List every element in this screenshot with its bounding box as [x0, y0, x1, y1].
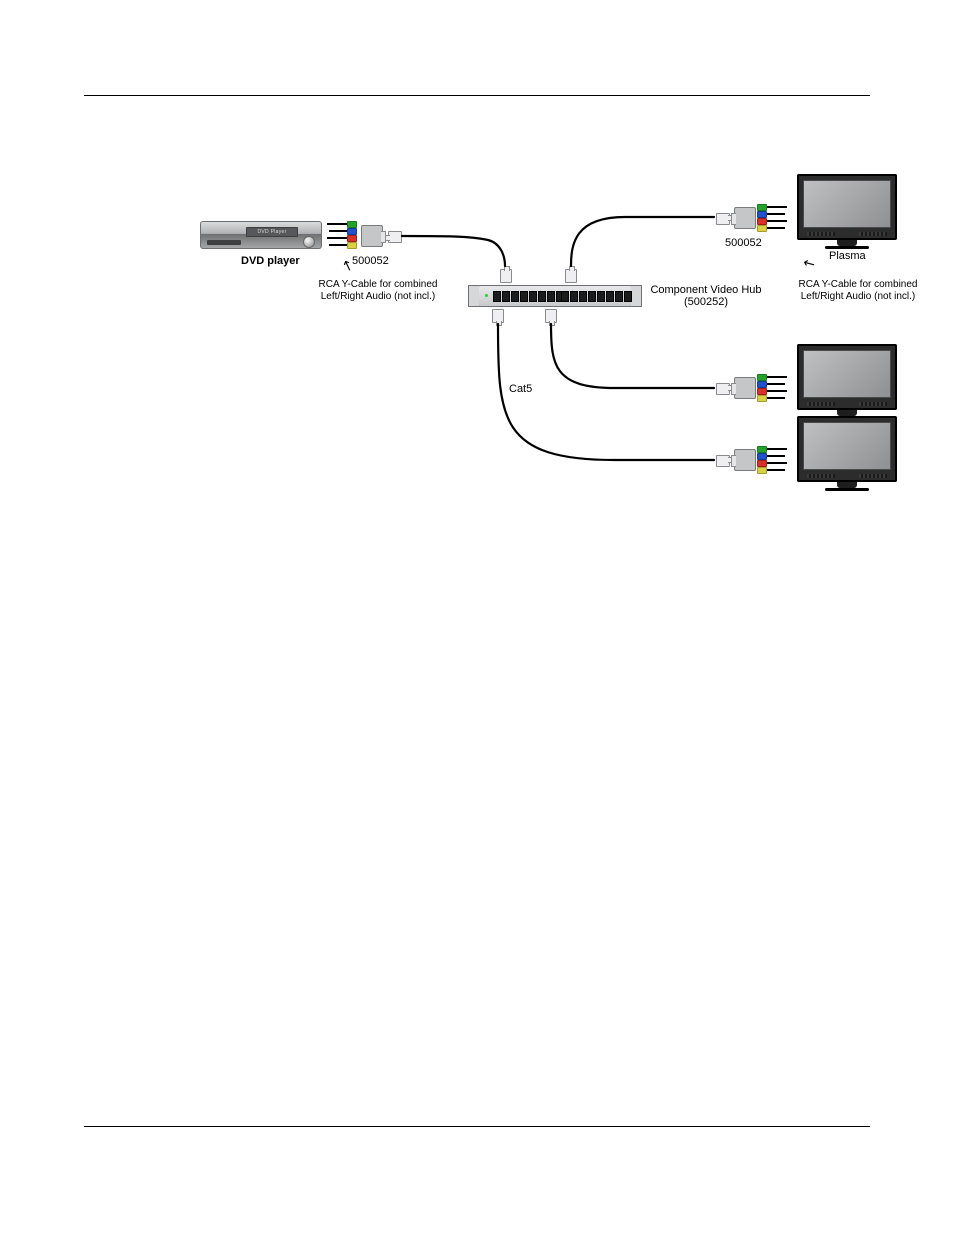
hub-name: Component Video Hub [650, 284, 761, 296]
balun-dst2 [734, 377, 756, 399]
rj45-hub-out2 [545, 309, 557, 323]
dvd-drawer-icon [207, 240, 241, 245]
rj45-hub-in [500, 269, 512, 283]
balun-dst1 [734, 207, 756, 229]
dvd-player-label: DVD player [241, 255, 300, 267]
balun-source [361, 225, 383, 247]
rj45-dst2 [716, 383, 730, 395]
rj45-source [388, 231, 402, 243]
page: DVD Player DVD player 500052 ↖ RCA Y-Cab… [0, 0, 954, 1235]
dvd-knob-icon [303, 236, 315, 248]
hub-port-group-1 [493, 291, 564, 301]
rj45-hub-out1 [565, 269, 577, 283]
plasma-tv-2 [797, 344, 897, 410]
ycable-arrow-dst: ↖ [800, 254, 817, 272]
dvd-slot-label: DVD Player [246, 227, 298, 237]
rca-connector-source [323, 221, 357, 249]
hub-label: Component Video Hub (500252) [636, 284, 776, 308]
hub-model: (500252) [684, 296, 728, 308]
rca-connector-dst1 [757, 204, 791, 232]
hub-ear-left [468, 285, 479, 307]
balun-source-model: 500052 [352, 255, 389, 267]
plasma-tv-3 [797, 416, 897, 482]
balun-dst1-model: 500052 [725, 237, 762, 249]
dvd-player: DVD Player [200, 221, 322, 249]
rca-connector-dst3 [757, 446, 791, 474]
rj45-hub-out3 [492, 309, 504, 323]
hub-led-icon [485, 294, 488, 297]
ycable-note-dst: RCA Y-Cable for combined Left/Right Audi… [788, 279, 928, 303]
ycable-arrow-source: ↖ [340, 256, 356, 273]
top-divider [84, 95, 870, 96]
plasma-label: Plasma [829, 250, 866, 262]
rj45-dst1 [716, 213, 730, 225]
component-video-hub [478, 285, 632, 307]
cat5-label: Cat5 [509, 383, 532, 395]
bottom-divider [84, 1126, 870, 1127]
rca-connector-dst2 [757, 374, 791, 402]
plasma-tv-1 [797, 174, 897, 240]
ycable-note-source: RCA Y-Cable for combined Left/Right Audi… [308, 279, 448, 303]
hub-port-group-2 [561, 291, 632, 301]
rj45-dst3 [716, 455, 730, 467]
dvd-slot-text: DVD Player [257, 229, 286, 235]
balun-dst3 [734, 449, 756, 471]
